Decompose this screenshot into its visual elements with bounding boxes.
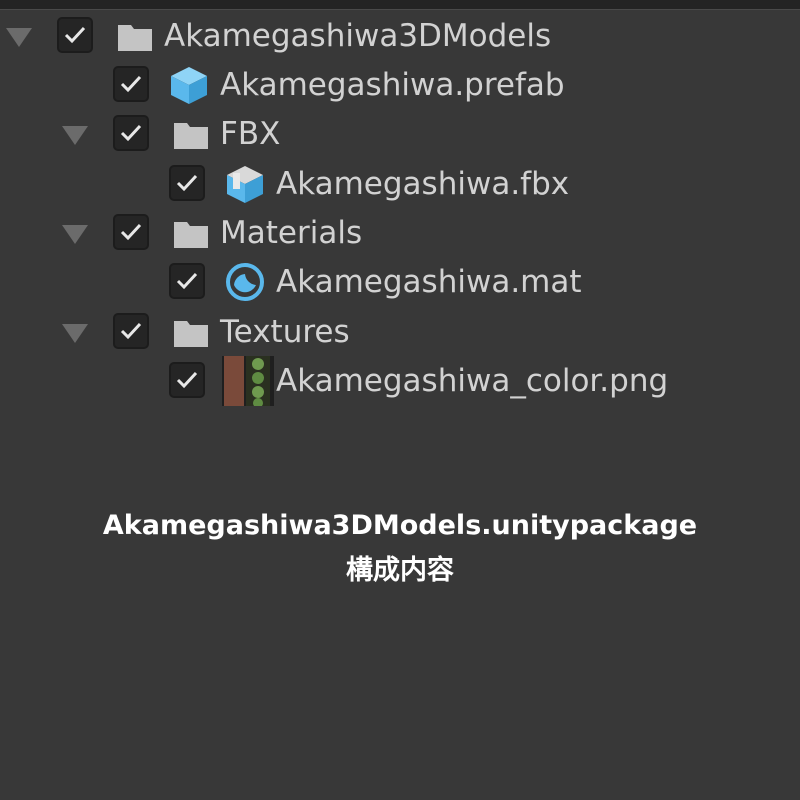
- tree-row-materials-folder[interactable]: Materials: [0, 209, 800, 259]
- tree-label-root: Akamegashiwa3DModels: [164, 18, 552, 54]
- checkbox-fbx-file[interactable]: [169, 165, 205, 201]
- checkbox-materials-folder[interactable]: [113, 214, 149, 250]
- checkbox-textures-folder[interactable]: [113, 313, 149, 349]
- folder-icon: [118, 25, 152, 51]
- tree-label-material-file: Akamegashiwa.mat: [276, 264, 582, 300]
- tree-label-fbx-file: Akamegashiwa.fbx: [276, 166, 570, 202]
- caption-title: Akamegashiwa3DModels.unitypackage: [102, 510, 698, 541]
- material-sphere-icon: [226, 263, 264, 301]
- expand-arrow-icon[interactable]: [6, 28, 32, 47]
- checkmark-icon: [176, 174, 198, 192]
- tree-row-material-file[interactable]: Akamegashiwa.mat: [0, 258, 800, 308]
- checkmark-icon: [64, 26, 86, 44]
- expand-arrow-icon[interactable]: [62, 225, 88, 244]
- checkbox-texture-file[interactable]: [169, 362, 205, 398]
- caption-subtitle: 構成内容: [346, 555, 454, 586]
- checkbox-root[interactable]: [57, 17, 93, 53]
- checkmark-icon: [120, 223, 142, 241]
- checkbox-material-file[interactable]: [169, 263, 205, 299]
- tree-row-textures-folder[interactable]: Textures: [0, 308, 800, 358]
- tree-row-prefab[interactable]: Akamegashiwa.prefab: [0, 61, 800, 111]
- folder-icon: [174, 222, 208, 248]
- checkmark-icon: [120, 322, 142, 340]
- model-icon: [227, 166, 263, 203]
- tree-label-prefab: Akamegashiwa.prefab: [220, 67, 565, 103]
- tree-row-fbx-folder[interactable]: FBX: [0, 110, 800, 160]
- folder-icon: [174, 123, 208, 149]
- prefab-cube-icon: [171, 67, 207, 104]
- tree-label-fbx-folder: FBX: [220, 116, 281, 152]
- tree-row-fbx-file[interactable]: Akamegashiwa.fbx: [0, 160, 800, 210]
- checkmark-icon: [120, 124, 142, 142]
- tree-label-texture-file: Akamegashiwa_color.png: [276, 363, 669, 399]
- tree-row-texture-file[interactable]: Akamegashiwa_color.png: [0, 356, 800, 407]
- tree-label-materials-folder: Materials: [220, 215, 363, 251]
- checkmark-icon: [176, 272, 198, 290]
- checkbox-prefab[interactable]: [113, 66, 149, 102]
- expand-arrow-icon[interactable]: [62, 324, 88, 343]
- checkmark-icon: [120, 75, 142, 93]
- tree-row-root[interactable]: Akamegashiwa3DModels: [0, 12, 800, 62]
- checkbox-fbx-folder[interactable]: [113, 115, 149, 151]
- tree-label-textures-folder: Textures: [220, 314, 350, 350]
- expand-arrow-icon[interactable]: [62, 126, 88, 145]
- folder-icon: [174, 321, 208, 347]
- texture-thumbnail-icon: [222, 356, 274, 406]
- panel-top-border: [0, 0, 800, 10]
- checkmark-icon: [176, 371, 198, 389]
